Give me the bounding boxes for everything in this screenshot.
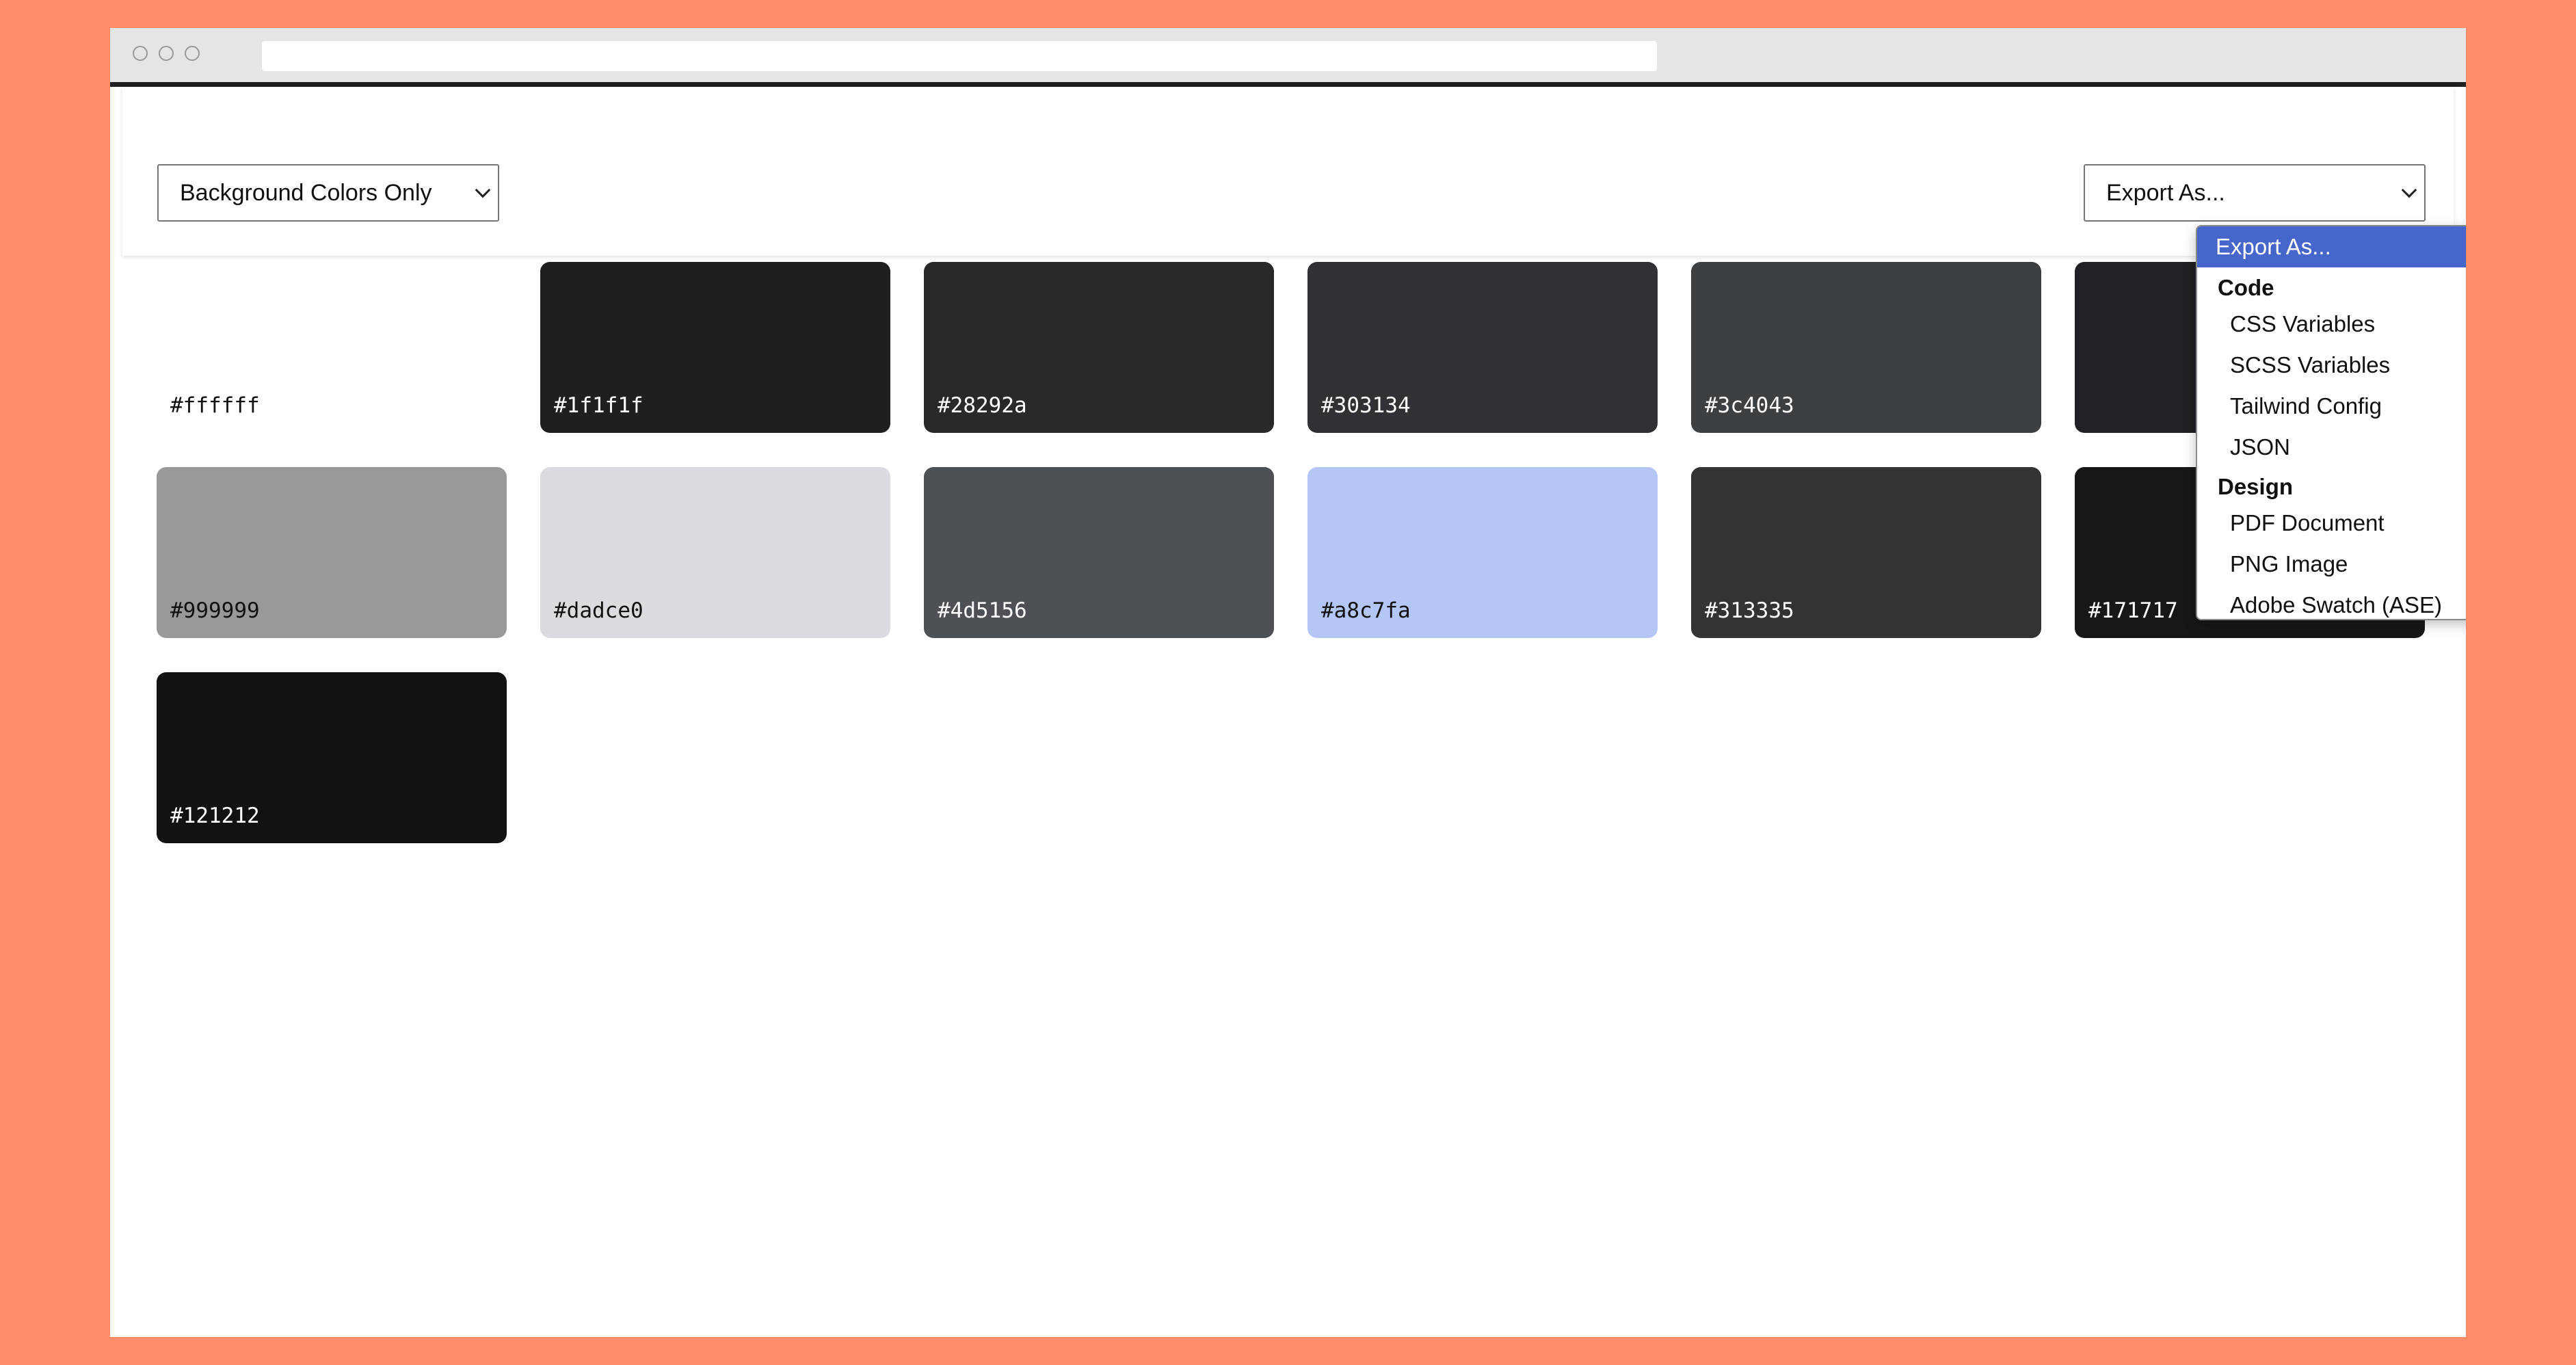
minimize-window-icon[interactable] (159, 46, 174, 61)
swatch-hex-label: #999999 (170, 598, 260, 623)
toolbar: Background Colors Only Export As... (122, 87, 2454, 256)
swatch-hex-label: #ffffff (170, 393, 260, 418)
menu-option-pdf-document[interactable]: PDF Document (2197, 503, 2466, 544)
browser-window: Background Colors Only Export As... #fff… (110, 28, 2466, 1337)
swatch-hex-label: #171717 (2088, 598, 2178, 623)
filter-select[interactable]: Background Colors Only (157, 164, 499, 222)
menu-option-tailwind-config[interactable]: Tailwind Config (2197, 386, 2466, 427)
title-bar (110, 28, 2466, 87)
menu-option-css-variables[interactable]: CSS Variables (2197, 304, 2466, 345)
export-select[interactable]: Export As... (2084, 164, 2426, 222)
swatch-hex-label: #303134 (1321, 393, 1411, 418)
swatch-hex-label: #dadce0 (554, 598, 643, 623)
menu-group-design: Design (2218, 474, 2294, 499)
menu-option-adobe-swatch[interactable]: Adobe Swatch (ASE) (2197, 585, 2466, 619)
color-swatch[interactable]: #999999 (157, 467, 507, 638)
menu-option-png-image[interactable]: PNG Image (2197, 544, 2466, 585)
swatch-hex-label: #121212 (170, 804, 260, 828)
color-swatch[interactable]: #3c4043 (1691, 262, 2041, 433)
color-swatch[interactable]: #313335 (1691, 467, 2041, 638)
menu-option-scss-variables[interactable]: SCSS Variables (2197, 345, 2466, 386)
color-swatch[interactable]: #28292a (924, 262, 1274, 433)
color-swatch[interactable]: #121212 (157, 672, 507, 843)
color-swatch[interactable]: #303134 (1307, 262, 1658, 433)
close-window-icon[interactable] (133, 46, 148, 61)
menu-option-json[interactable]: JSON (2197, 427, 2466, 468)
export-select-value: Export As... (2106, 180, 2225, 206)
filter-select-value: Background Colors Only (180, 180, 432, 206)
swatch-hex-label: #a8c7fa (1321, 598, 1411, 623)
swatch-hex-label: #4d5156 (938, 598, 1027, 623)
color-swatch[interactable]: #ffffff (157, 262, 507, 433)
chevron-down-icon (475, 182, 491, 198)
address-bar[interactable] (262, 41, 1657, 71)
color-swatch[interactable]: #dadce0 (540, 467, 890, 638)
color-swatch[interactable]: #4d5156 (924, 467, 1274, 638)
chevron-down-icon (2401, 182, 2417, 198)
swatch-hex-label: #1f1f1f (554, 393, 643, 418)
swatch-hex-label: #28292a (938, 393, 1027, 418)
menu-option-export-as[interactable]: Export As... (2197, 226, 2466, 267)
menu-group-code: Code (2218, 275, 2274, 300)
swatch-hex-label: #3c4043 (1705, 393, 1794, 418)
maximize-window-icon[interactable] (185, 46, 200, 61)
color-swatch[interactable]: #1f1f1f (540, 262, 890, 433)
color-swatch[interactable]: #a8c7fa (1307, 467, 1658, 638)
swatch-hex-label: #313335 (1705, 598, 1794, 623)
export-dropdown-menu: Export As... Code CSS Variables SCSS Var… (2196, 225, 2466, 620)
